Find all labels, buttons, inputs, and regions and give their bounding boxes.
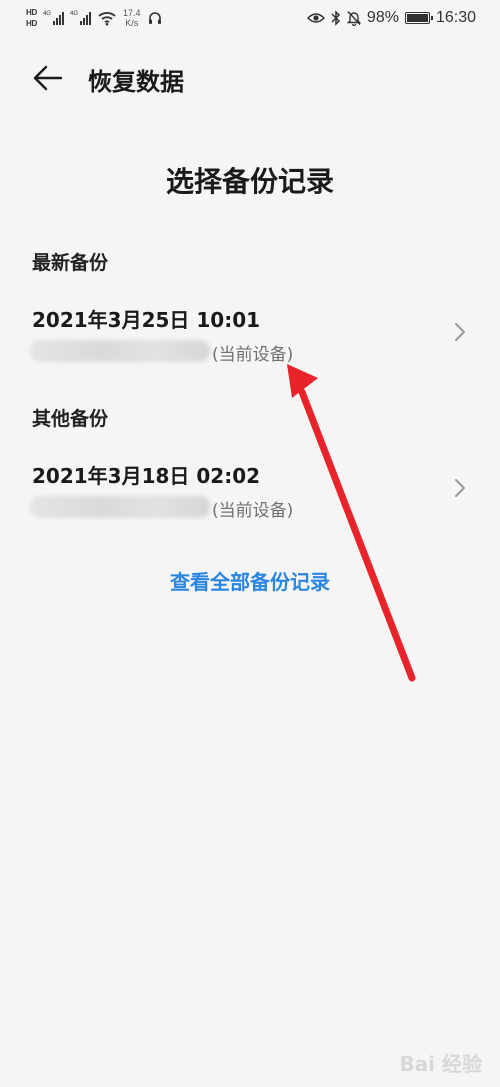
eye-icon bbox=[306, 13, 325, 23]
cell-signal-icon: 4G bbox=[43, 11, 64, 25]
hd-badge: HD bbox=[26, 19, 37, 28]
status-bar-right: 98% 16:30 bbox=[306, 6, 476, 30]
backup-date: 2021年3月18日 02:02 bbox=[32, 464, 261, 488]
status-bar-left: HD HD 4G 4G 17.4 K/s bbox=[26, 4, 163, 32]
chevron-right-icon bbox=[455, 479, 465, 497]
signal-type-label: 4G bbox=[69, 11, 78, 17]
backup-item-other[interactable]: 2021年3月18日 02:02 (当前设备) bbox=[0, 460, 500, 530]
status-bar: HD HD 4G 4G 17.4 K/s 98% 16:30 bbox=[0, 0, 500, 36]
group-label-other: 其他备份 bbox=[32, 408, 109, 430]
device-tag: (当前设备) bbox=[212, 345, 294, 365]
network-speed: 17.4 K/s bbox=[123, 8, 141, 28]
hd-badge: HD bbox=[26, 8, 37, 17]
battery-percent: 98% bbox=[366, 9, 399, 26]
wifi-icon bbox=[98, 12, 116, 26]
headset-icon bbox=[148, 12, 161, 24]
device-tag: (当前设备) bbox=[212, 501, 294, 521]
network-speed-value: 17.4 bbox=[123, 8, 141, 18]
blurred-device-name bbox=[30, 496, 210, 518]
bluetooth-icon bbox=[331, 10, 340, 26]
chevron-right-icon bbox=[455, 323, 465, 341]
back-arrow-icon[interactable] bbox=[32, 62, 64, 94]
blurred-device-name bbox=[30, 340, 210, 362]
hd-badges: HD HD bbox=[26, 8, 37, 28]
cell-signal-icon: 4G bbox=[70, 11, 91, 25]
network-speed-unit: K/s bbox=[125, 18, 139, 28]
clock: 16:30 bbox=[435, 9, 476, 26]
battery-icon bbox=[404, 12, 433, 24]
section-heading: 选择备份记录 bbox=[165, 165, 334, 198]
battery-level-fill bbox=[406, 14, 428, 22]
backup-item-latest[interactable]: 2021年3月25日 10:01 (当前设备) bbox=[0, 304, 500, 374]
mute-bell-icon bbox=[346, 11, 361, 26]
backup-date: 2021年3月25日 10:01 bbox=[32, 308, 261, 332]
signal-type-label: 4G bbox=[42, 11, 51, 17]
watermark: Bai 经验 bbox=[399, 1052, 482, 1076]
app-header: 恢复数据 bbox=[0, 52, 500, 102]
view-all-backups-link[interactable]: 查看全部备份记录 bbox=[0, 566, 500, 595]
group-label-latest: 最新备份 bbox=[32, 252, 109, 274]
page-title: 恢复数据 bbox=[88, 68, 184, 96]
